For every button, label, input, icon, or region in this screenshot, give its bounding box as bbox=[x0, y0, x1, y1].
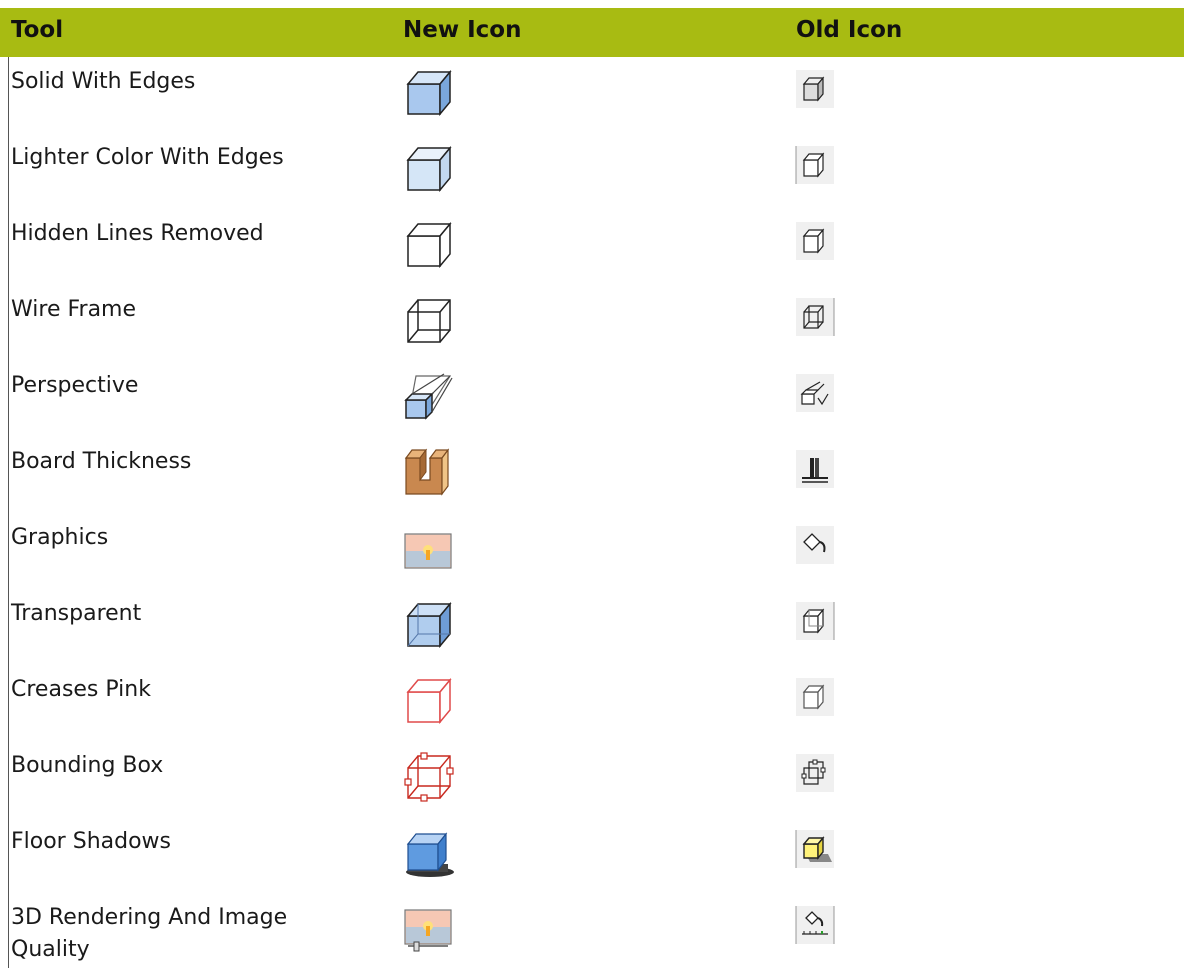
tool-name: 3D Rendering And Image Quality bbox=[11, 905, 288, 962]
tool-name: Hidden Lines Removed bbox=[11, 221, 264, 246]
tool-name: Wire Frame bbox=[11, 297, 137, 322]
tool-name: Graphics bbox=[11, 525, 109, 550]
cube-small-bounding-box-icon bbox=[794, 752, 836, 794]
table-row: Solid With Edges bbox=[0, 62, 1184, 138]
cube-small-transparent-icon bbox=[794, 600, 836, 642]
table-row: Transparent bbox=[0, 594, 1184, 670]
tool-name: Bounding Box bbox=[11, 753, 164, 778]
cube-solid-edges-icon bbox=[402, 66, 458, 118]
sunset-slider-icon bbox=[402, 902, 458, 954]
table-row: 3D Rendering And Image Quality bbox=[0, 898, 1184, 969]
table-row: Creases Pink bbox=[0, 670, 1184, 746]
table-row: Board Thickness bbox=[0, 442, 1184, 518]
cube-small-light-icon bbox=[794, 144, 836, 186]
sunset-graphics-icon bbox=[402, 522, 458, 574]
perspective-prism-icon bbox=[402, 370, 458, 422]
perspective-small-icon bbox=[794, 372, 836, 414]
cube-transparent-icon bbox=[402, 598, 458, 650]
board-thickness-icon bbox=[402, 446, 458, 498]
cube-small-solid-icon bbox=[794, 68, 836, 110]
paint-bucket-ruler-icon bbox=[794, 904, 836, 946]
board-thickness-small-icon bbox=[794, 448, 836, 490]
tool-name: Board Thickness bbox=[11, 449, 192, 474]
header-old-icon: Old Icon bbox=[796, 17, 903, 43]
cube-small-wireframe-icon bbox=[794, 296, 836, 338]
cube-bounding-box-icon bbox=[402, 750, 458, 802]
cube-yellow-shadow-icon bbox=[794, 828, 836, 870]
cube-hidden-lines-icon bbox=[402, 218, 458, 270]
tool-name: Transparent bbox=[11, 601, 142, 626]
cube-wireframe-icon bbox=[402, 294, 458, 346]
table-header: Tool New Icon Old Icon bbox=[0, 8, 1184, 57]
table-row: Lighter Color With Edges bbox=[0, 138, 1184, 214]
cube-pink-creases-icon bbox=[402, 674, 458, 726]
cube-floor-shadow-icon bbox=[402, 826, 458, 878]
cube-light-edges-icon bbox=[402, 142, 458, 194]
tool-name: Lighter Color With Edges bbox=[11, 145, 284, 170]
header-tool: Tool bbox=[11, 17, 64, 43]
cube-small-creases-icon bbox=[794, 676, 836, 718]
table-row: Floor Shadows bbox=[0, 822, 1184, 898]
tool-name: Creases Pink bbox=[11, 677, 151, 702]
header-new-icon: New Icon bbox=[403, 17, 522, 43]
table-row: Hidden Lines Removed bbox=[0, 214, 1184, 290]
table-row: Perspective bbox=[0, 366, 1184, 442]
cube-small-hidden-icon bbox=[794, 220, 836, 262]
tool-name: Solid With Edges bbox=[11, 69, 196, 94]
tool-name: Perspective bbox=[11, 373, 139, 398]
table-row: Bounding Box bbox=[0, 746, 1184, 822]
table-row: Graphics bbox=[0, 518, 1184, 594]
tool-name: Floor Shadows bbox=[11, 829, 171, 854]
table-row: Wire Frame bbox=[0, 290, 1184, 366]
paint-bucket-icon bbox=[794, 524, 836, 566]
